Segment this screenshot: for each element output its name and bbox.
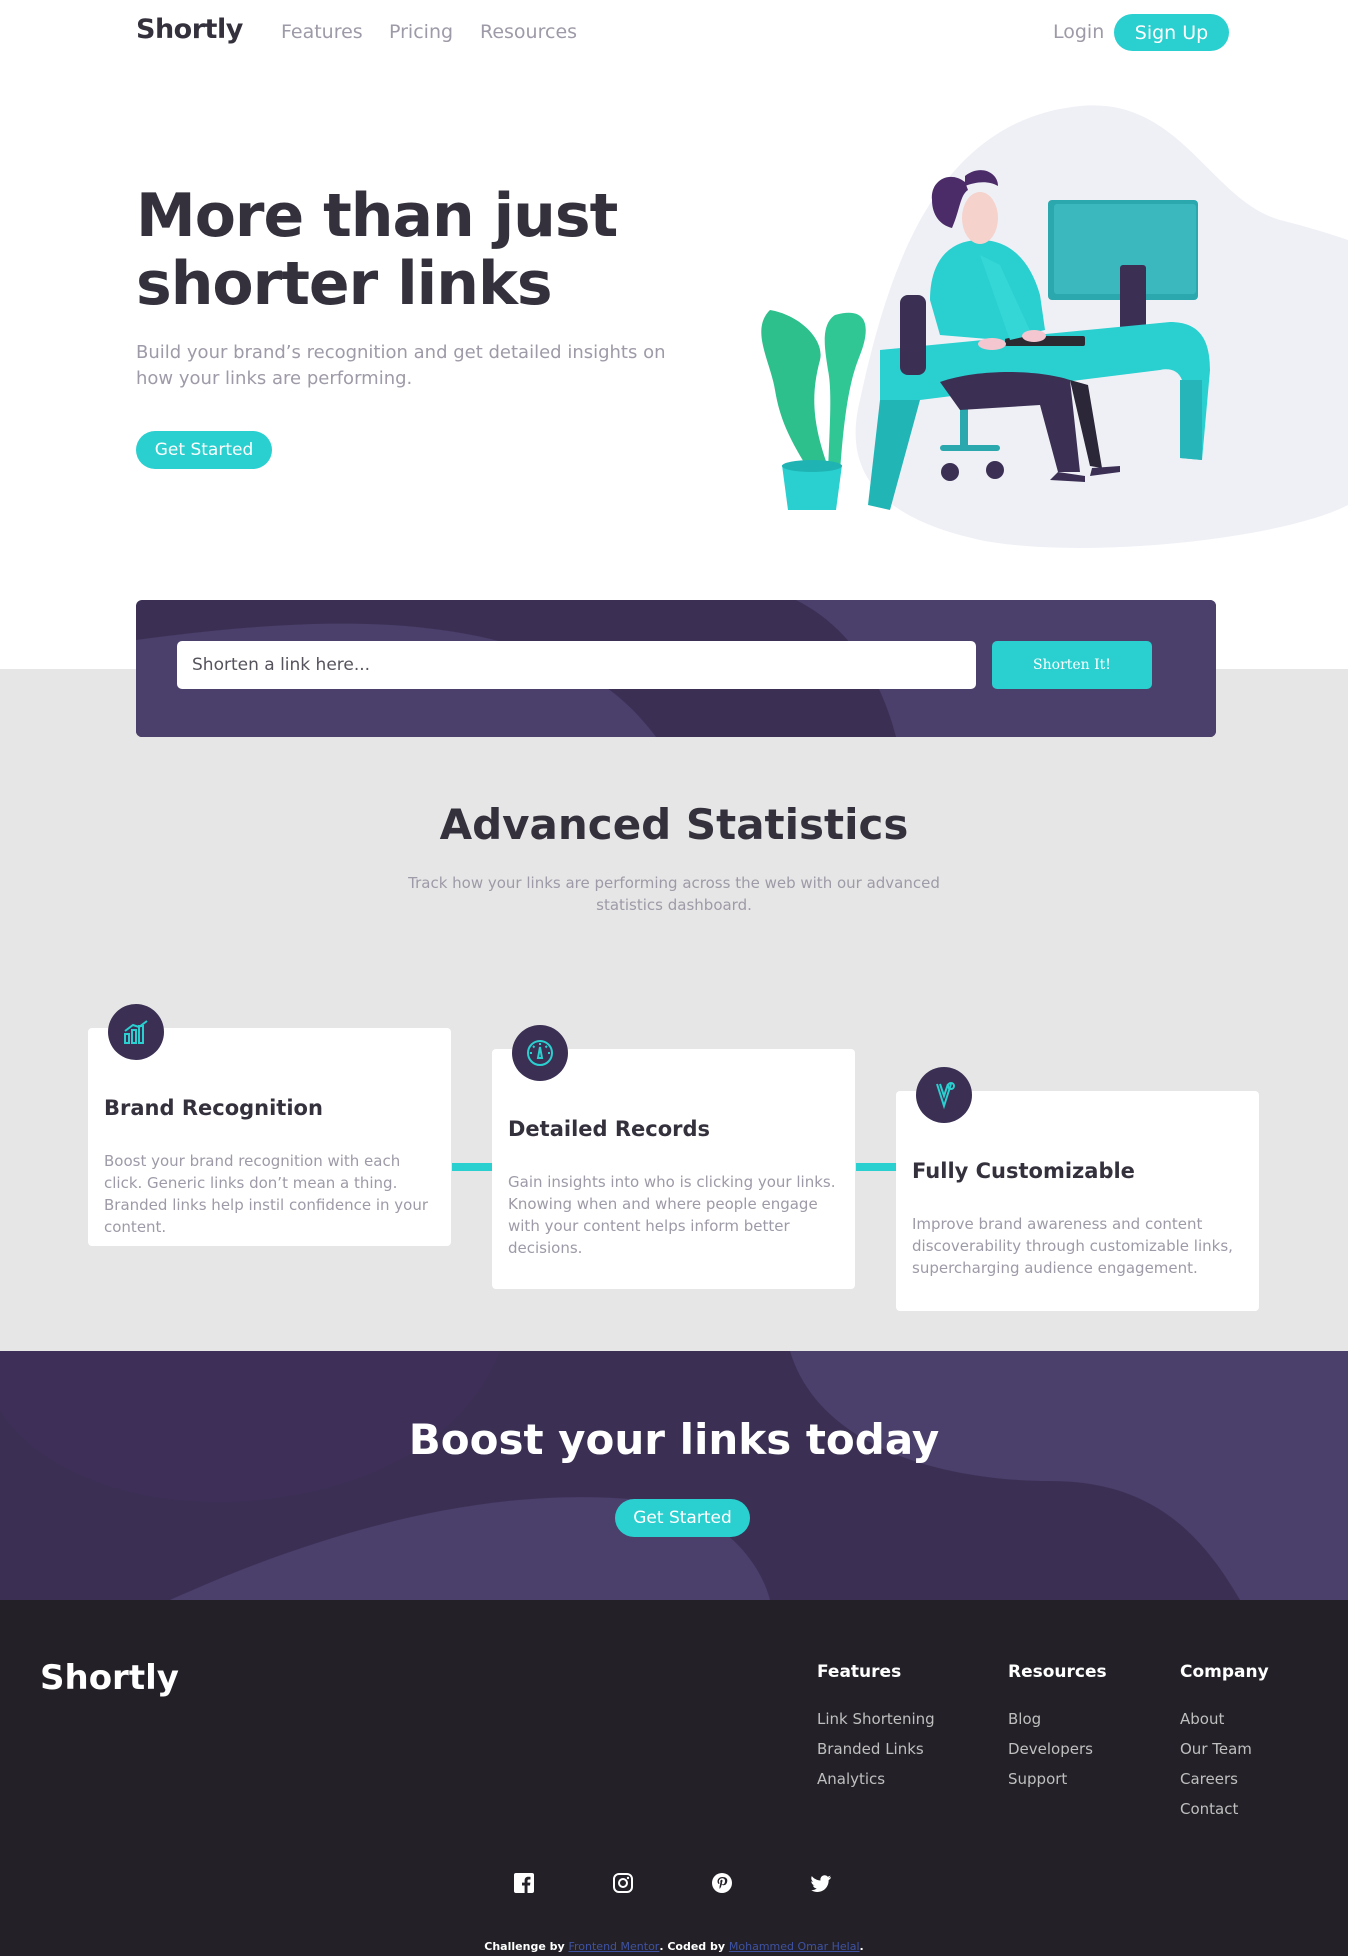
signup-button[interactable]: Sign Up [1114,14,1229,51]
twitter-icon[interactable] [811,1873,831,1893]
footer-column-company: Company About Our Team Careers Contact [1180,1662,1269,1830]
shorten-input[interactable] [177,641,976,689]
instagram-icon[interactable] [613,1873,633,1893]
footer-link[interactable]: Our Team [1180,1740,1269,1758]
nav-pricing[interactable]: Pricing [389,21,453,43]
logo[interactable]: Shortly [136,14,243,45]
footer-link[interactable]: Blog [1008,1710,1107,1728]
footer-link[interactable]: Careers [1180,1770,1269,1788]
facebook-icon[interactable] [514,1873,534,1893]
footer-column-title: Company [1180,1662,1269,1682]
card-connector [856,1163,896,1171]
attribution-suffix: . [859,1940,864,1953]
nav-resources[interactable]: Resources [480,21,577,43]
footer-link[interactable]: Developers [1008,1740,1107,1758]
card-connector [452,1163,492,1171]
card-text: Gain insights into who is clicking your … [508,1173,836,1257]
card-text: Improve brand awareness and content disc… [912,1215,1233,1277]
footer-link[interactable]: Branded Links [817,1740,935,1758]
footer-column-title: Features [817,1662,902,1682]
footer-link[interactable]: Link Shortening [817,1710,935,1728]
pinterest-icon[interactable] [712,1873,732,1893]
card-fully-customizable: Fully Customizable Improve brand awarene… [896,1067,1259,1311]
login-link[interactable]: Login [1053,21,1104,43]
nav-features[interactable]: Features [281,21,363,43]
card-detailed-records: Detailed Records Gain insights into who … [492,1025,855,1289]
hero-get-started-button[interactable]: Get Started [136,431,272,469]
gauge-icon [512,1025,568,1081]
card-text: Boost your brand recognition with each c… [104,1152,429,1236]
stats-title: Advanced Statistics [439,800,909,849]
stats-subtitle: Track how your links are performing acro… [408,874,940,914]
tools-icon [916,1067,972,1123]
footer-column-features: Features Link Shortening Branded Links A… [817,1662,935,1800]
attribution-prefix: Challenge by [484,1940,569,1953]
card-title: Brand Recognition [104,1096,323,1120]
boost-section: Boost your links today Get Started [0,1351,1348,1600]
footer-link[interactable]: About [1180,1710,1269,1728]
boost-bg-pattern [0,1351,1348,1600]
attribution-middle: . Coded by [659,1940,729,1953]
bar-chart-icon [108,1004,164,1060]
card-title: Detailed Records [508,1117,711,1141]
boost-title: Boost your links today [408,1415,940,1464]
footer-link[interactable]: Support [1008,1770,1107,1788]
author-link[interactable]: Mohammed Omar Helal [729,1940,860,1953]
boost-get-started-button[interactable]: Get Started [615,1499,750,1537]
frontend-mentor-link[interactable]: Frontend Mentor [568,1940,659,1953]
footer-logo[interactable]: Shortly [40,1658,179,1698]
hero-subtitle: Build your brand’s recognition and get d… [136,342,666,389]
shorten-button[interactable]: Shorten It! [992,641,1152,689]
attribution: Challenge by Frontend Mentor. Coded by M… [0,1940,1348,1953]
footer-column-resources: Resources Blog Developers Support [1008,1662,1107,1800]
shorten-form: Shorten It! [136,600,1216,737]
site-header: Shortly Features Pricing Resources Login… [0,0,1348,70]
card-brand-recognition: Brand Recognition Boost your brand recog… [88,1004,451,1246]
card-title: Fully Customizable [912,1159,1135,1183]
footer-link[interactable]: Contact [1180,1800,1269,1818]
footer-link[interactable]: Analytics [817,1770,935,1788]
person-working-illustration [761,105,1348,548]
site-footer: Shortly Features Link Shortening Branded… [0,1600,1348,1956]
hero-title: More than just shorter links [136,181,618,319]
footer-column-title: Resources [1008,1662,1107,1682]
